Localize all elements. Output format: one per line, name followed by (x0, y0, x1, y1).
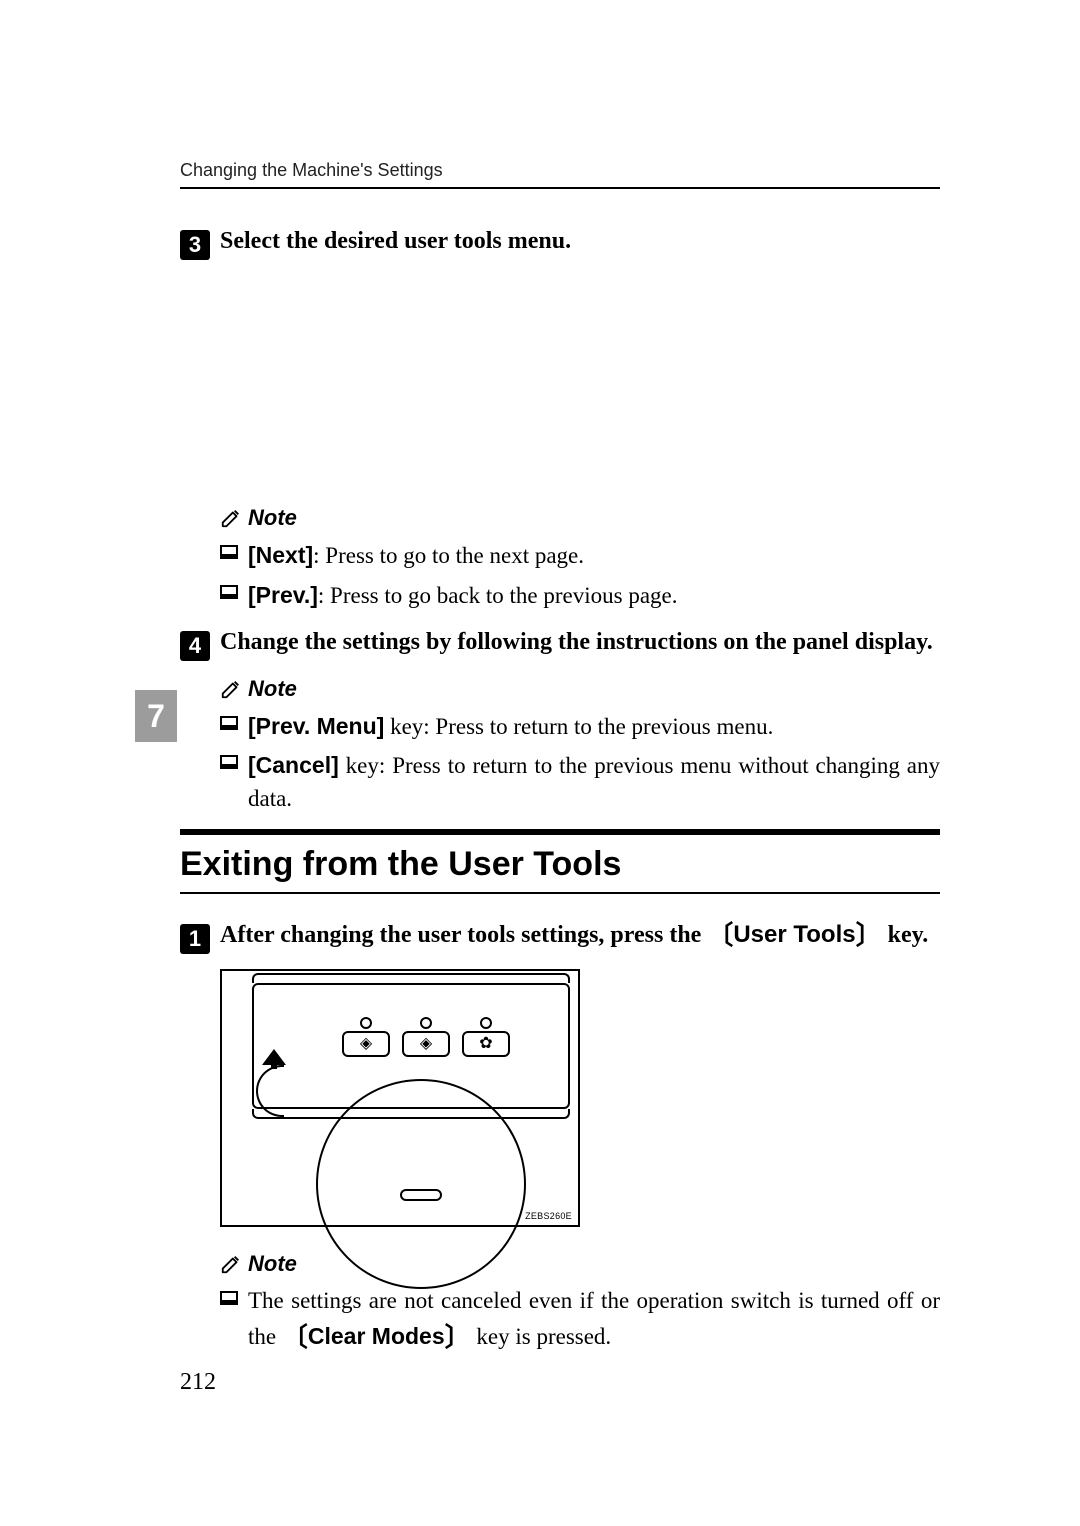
panel-key-icon: ◈ (342, 1031, 390, 1057)
note-label: Note (248, 1251, 297, 1277)
round-panel-icon (316, 1079, 526, 1289)
pencil-icon (220, 1253, 242, 1275)
running-head: Changing the Machine's Settings (180, 160, 940, 189)
open-bracket-icon: 〔 (282, 1322, 308, 1352)
note-text-post: key is pressed. (471, 1324, 612, 1349)
note-heading: Note (220, 676, 940, 702)
note-item: [Prev.]: Press to go back to the previou… (220, 579, 940, 612)
note-block: Note The settings are not canceled even … (220, 1251, 940, 1354)
key-name: [Cancel] (248, 752, 339, 778)
note-item: [Cancel] key: Press to return to the pre… (220, 749, 940, 814)
bullet-icon (220, 716, 238, 734)
note-item: [Prev. Menu] key: Press to return to the… (220, 710, 940, 743)
pencil-icon (220, 678, 242, 700)
figure: ◈ ◈ ✿ ZEBS260E (220, 969, 940, 1227)
key-name: [Next] (248, 542, 313, 568)
note-item: The settings are not canceled even if th… (220, 1285, 940, 1354)
key-name: [Prev.] (248, 582, 318, 608)
chapter-tab: 7 (135, 690, 177, 742)
panel-key-icon: ◈ (402, 1031, 450, 1057)
note-text: : Press to go to the next page. (313, 543, 584, 568)
step-number-icon: 4 (180, 631, 210, 661)
section-heading: Exiting from the User Tools (180, 835, 940, 894)
step-number-icon: 1 (180, 924, 210, 954)
step-text-pre: After changing the user tools settings, … (220, 922, 707, 948)
step-text: Select the desired user tools menu. (220, 225, 571, 257)
open-bracket-icon: 〔 (707, 920, 733, 950)
note-heading: Note (220, 505, 940, 531)
note-item: [Next]: Press to go to the next page. (220, 539, 940, 572)
step-3: 3 Select the desired user tools menu. (180, 225, 940, 257)
figure-code: ZEBS260E (525, 1211, 572, 1221)
page-number: 212 (180, 1369, 216, 1396)
bullet-icon (220, 1291, 238, 1309)
bullet-icon (220, 545, 238, 563)
step-text: After changing the user tools settings, … (220, 916, 928, 951)
step-1: 1 After changing the user tools settings… (180, 916, 940, 951)
step-number-icon: 3 (180, 230, 210, 260)
note-text: key: Press to return to the previous men… (248, 753, 940, 810)
note-label: Note (248, 505, 297, 531)
step-4: 4 Change the settings by following the i… (180, 626, 940, 658)
key-name: [Prev. Menu] (248, 713, 384, 739)
screenshot-placeholder (180, 275, 940, 505)
note-text: key: Press to return to the previous men… (384, 714, 773, 739)
step-text: Change the settings by following the ins… (220, 626, 933, 658)
step-text-post: key. (882, 922, 929, 948)
pencil-icon (220, 507, 242, 529)
key-label: User Tools (733, 921, 855, 948)
note-text: : Press to go back to the previous page. (318, 583, 678, 608)
note-heading: Note (220, 1251, 940, 1277)
panel-key-icon: ✿ (462, 1031, 510, 1057)
bullet-icon (220, 755, 238, 773)
note-label: Note (248, 676, 297, 702)
note-block: Note [Next]: Press to go to the next pag… (220, 505, 940, 611)
close-bracket-icon: 〕 (445, 1322, 471, 1352)
bullet-icon (220, 585, 238, 603)
key-label: Clear Modes (308, 1323, 445, 1349)
close-bracket-icon: 〕 (856, 920, 882, 950)
note-block: Note [Prev. Menu] key: Press to return t… (220, 676, 940, 815)
